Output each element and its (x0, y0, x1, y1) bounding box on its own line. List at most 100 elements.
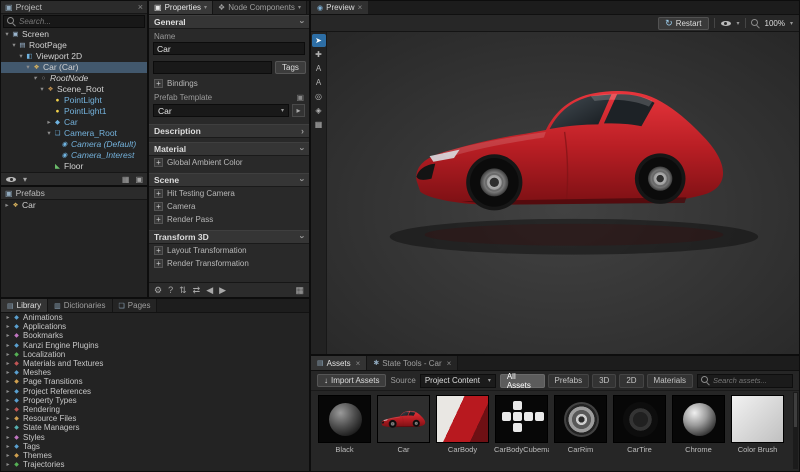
tree-item-camera-root[interactable]: ▾❏Camera_Root (1, 128, 147, 139)
asset-item-carrim[interactable]: CarRim (553, 395, 608, 454)
tab-state-tools[interactable]: ✱ State Tools - Car × (367, 356, 458, 370)
prev-icon[interactable]: ◀ (206, 285, 213, 296)
prefab-template-icon[interactable]: ▣ (296, 93, 304, 102)
add-bindings-row[interactable]: + Bindings (149, 77, 309, 90)
tree-item-camera-default[interactable]: ◉Camera (Default) (1, 139, 147, 150)
section-header-general[interactable]: General › (149, 15, 309, 29)
chevron-right-icon[interactable]: ▸ (4, 323, 12, 330)
tree-item-car[interactable]: ▸◆Car (1, 117, 147, 128)
tree-item-floor[interactable]: ◣Floor (1, 161, 147, 172)
pan-tool-icon[interactable]: ✚ (312, 48, 326, 61)
tree-expander-icon[interactable]: ▸ (45, 117, 53, 128)
tree-item-scene-root[interactable]: ▾❖Scene_Root (1, 84, 147, 95)
close-icon[interactable]: × (356, 359, 361, 368)
close-icon[interactable]: × (447, 359, 452, 368)
chevron-right-icon[interactable]: ▸ (4, 461, 12, 468)
library-item-project-references[interactable]: ▸◆Project References (1, 387, 309, 396)
tree-item-car[interactable]: ▸❖Car (1, 200, 147, 211)
chevron-right-icon[interactable]: ▸ (4, 424, 12, 431)
section-header-description[interactable]: Description› (149, 124, 309, 138)
chevron-down-icon[interactable]: ▾ (737, 20, 740, 27)
library-item-tags[interactable]: ▸◆Tags (1, 442, 309, 451)
library-item-bookmarks[interactable]: ▸◆Bookmarks (1, 331, 309, 340)
section-header-scene[interactable]: Scene› (149, 173, 309, 187)
wireframe-tool-icon[interactable]: ◈ (312, 104, 326, 117)
scene-canvas[interactable] (327, 32, 799, 354)
help-icon[interactable]: ? (168, 285, 173, 295)
preview-scene[interactable] (327, 32, 799, 354)
tree-item-viewport-2d[interactable]: ▾◧Viewport 2D (1, 51, 147, 62)
library-item-meshes[interactable]: ▸◆Meshes (1, 368, 309, 377)
select-tool-icon[interactable]: ➤ (312, 34, 326, 47)
tree-item-screen[interactable]: ▾▣Screen (1, 29, 147, 40)
tree-item-camera-interest[interactable]: ◉Camera_Interest (1, 150, 147, 161)
scrollbar-thumb[interactable] (794, 393, 797, 427)
section-header-material[interactable]: Material› (149, 142, 309, 156)
chevron-right-icon[interactable]: ▸ (4, 360, 12, 367)
filter-prefabs[interactable]: Prefabs (548, 374, 590, 388)
library-item-styles[interactable]: ▸◆Styles (1, 432, 309, 441)
source-dropdown[interactable]: Project Content ▾ (420, 374, 496, 388)
next-icon[interactable]: ▶ (219, 285, 226, 296)
chevron-right-icon[interactable]: ▸ (4, 388, 12, 395)
grid-tool-icon[interactable]: ▦ (312, 118, 326, 131)
asset-item-chrome[interactable]: Chrome (671, 395, 726, 454)
analyze-tool-icon[interactable]: A (312, 62, 326, 75)
sort-icon[interactable]: ⇅ (179, 285, 187, 296)
tree-item-rootnode[interactable]: ▾○RootNode (1, 73, 147, 84)
tab-node-components[interactable]: ❖ Node Components ▾ (213, 1, 307, 14)
asset-item-car[interactable]: Car (376, 395, 431, 454)
chevron-right-icon[interactable]: ▸ (4, 378, 12, 385)
tab-pages[interactable]: ❏ Pages (113, 299, 158, 312)
library-item-themes[interactable]: ▸◆Themes (1, 451, 309, 460)
tags-button[interactable]: Tags (275, 61, 306, 74)
chevron-right-icon[interactable]: ▸ (4, 332, 12, 339)
tree-item-rootpage[interactable]: ▾▤RootPage (1, 40, 147, 51)
chevron-right-icon[interactable]: ▸ (4, 452, 12, 459)
import-assets-button[interactable]: ↓ Import Assets (317, 374, 386, 387)
tree-expander-icon[interactable]: ▾ (45, 128, 53, 139)
library-item-materials-and-textures[interactable]: ▸◆Materials and Textures (1, 359, 309, 368)
library-item-kanzi-engine-plugins[interactable]: ▸◆Kanzi Engine Plugins (1, 341, 309, 350)
chevron-down-icon[interactable]: ▾ (23, 175, 27, 184)
asset-item-black[interactable]: Black (317, 395, 372, 454)
layout-grid-icon[interactable]: ▦ (295, 285, 304, 296)
prefab-template-dropdown[interactable]: Car ▾ (153, 104, 289, 117)
text-tool-icon[interactable]: A (312, 76, 326, 89)
add-property-row-camera[interactable]: +Camera (149, 200, 309, 213)
tree-expander-icon[interactable]: ▾ (17, 51, 25, 62)
tree-expander-icon[interactable]: ▾ (10, 40, 18, 51)
tree-expander-icon[interactable]: ▾ (24, 62, 32, 73)
section-header-transform-3d[interactable]: Transform 3D› (149, 230, 309, 244)
chevron-right-icon[interactable]: ▸ (4, 415, 12, 422)
tree-expander-icon[interactable]: ▾ (31, 73, 39, 84)
tree-item-pointlight1[interactable]: ●PointLight1 (1, 106, 147, 117)
asset-item-carbody[interactable]: CarBody (435, 395, 490, 454)
tab-dictionaries[interactable]: ▥ Dictionaries (48, 299, 112, 312)
zoom-level[interactable]: 100% (765, 19, 785, 28)
chevron-right-icon[interactable]: ▸ (4, 434, 12, 441)
add-property-row-layout-transformation[interactable]: +Layout Transformation (149, 244, 309, 257)
chevron-right-icon[interactable]: ▸ (4, 342, 12, 349)
assets-scrollbar[interactable] (793, 392, 798, 469)
tab-preview[interactable]: ◉ Preview × (311, 1, 368, 14)
gizmo-tool-icon[interactable]: ◎ (312, 90, 326, 103)
library-item-page-transitions[interactable]: ▸◆Page Transitions (1, 377, 309, 386)
visibility-eye-icon[interactable] (720, 18, 732, 29)
swap-icon[interactable]: ⇄ (193, 285, 201, 296)
library-item-rendering[interactable]: ▸◆Rendering (1, 405, 309, 414)
tree-expander-icon[interactable]: ▾ (38, 84, 46, 95)
library-item-property-types[interactable]: ▸◆Property Types (1, 396, 309, 405)
library-item-animations[interactable]: ▸◆Animations (1, 313, 309, 322)
goto-prefab-button[interactable]: ▸ (292, 104, 305, 117)
filter-2d[interactable]: 2D (619, 374, 643, 388)
library-item-resource-files[interactable]: ▸◆Resource Files (1, 414, 309, 423)
chevron-right-icon[interactable]: ▸ (4, 443, 12, 450)
library-item-state-managers[interactable]: ▸◆State Managers (1, 423, 309, 432)
visibility-eye-icon[interactable] (5, 174, 17, 185)
library-item-localization[interactable]: ▸◆Localization (1, 350, 309, 359)
asset-item-cartire[interactable]: CarTire (612, 395, 667, 454)
close-icon[interactable]: × (358, 3, 363, 12)
add-property-row-global-ambient-color[interactable]: +Global Ambient Color (149, 156, 309, 169)
grid-icon[interactable]: ▦ (122, 175, 130, 184)
